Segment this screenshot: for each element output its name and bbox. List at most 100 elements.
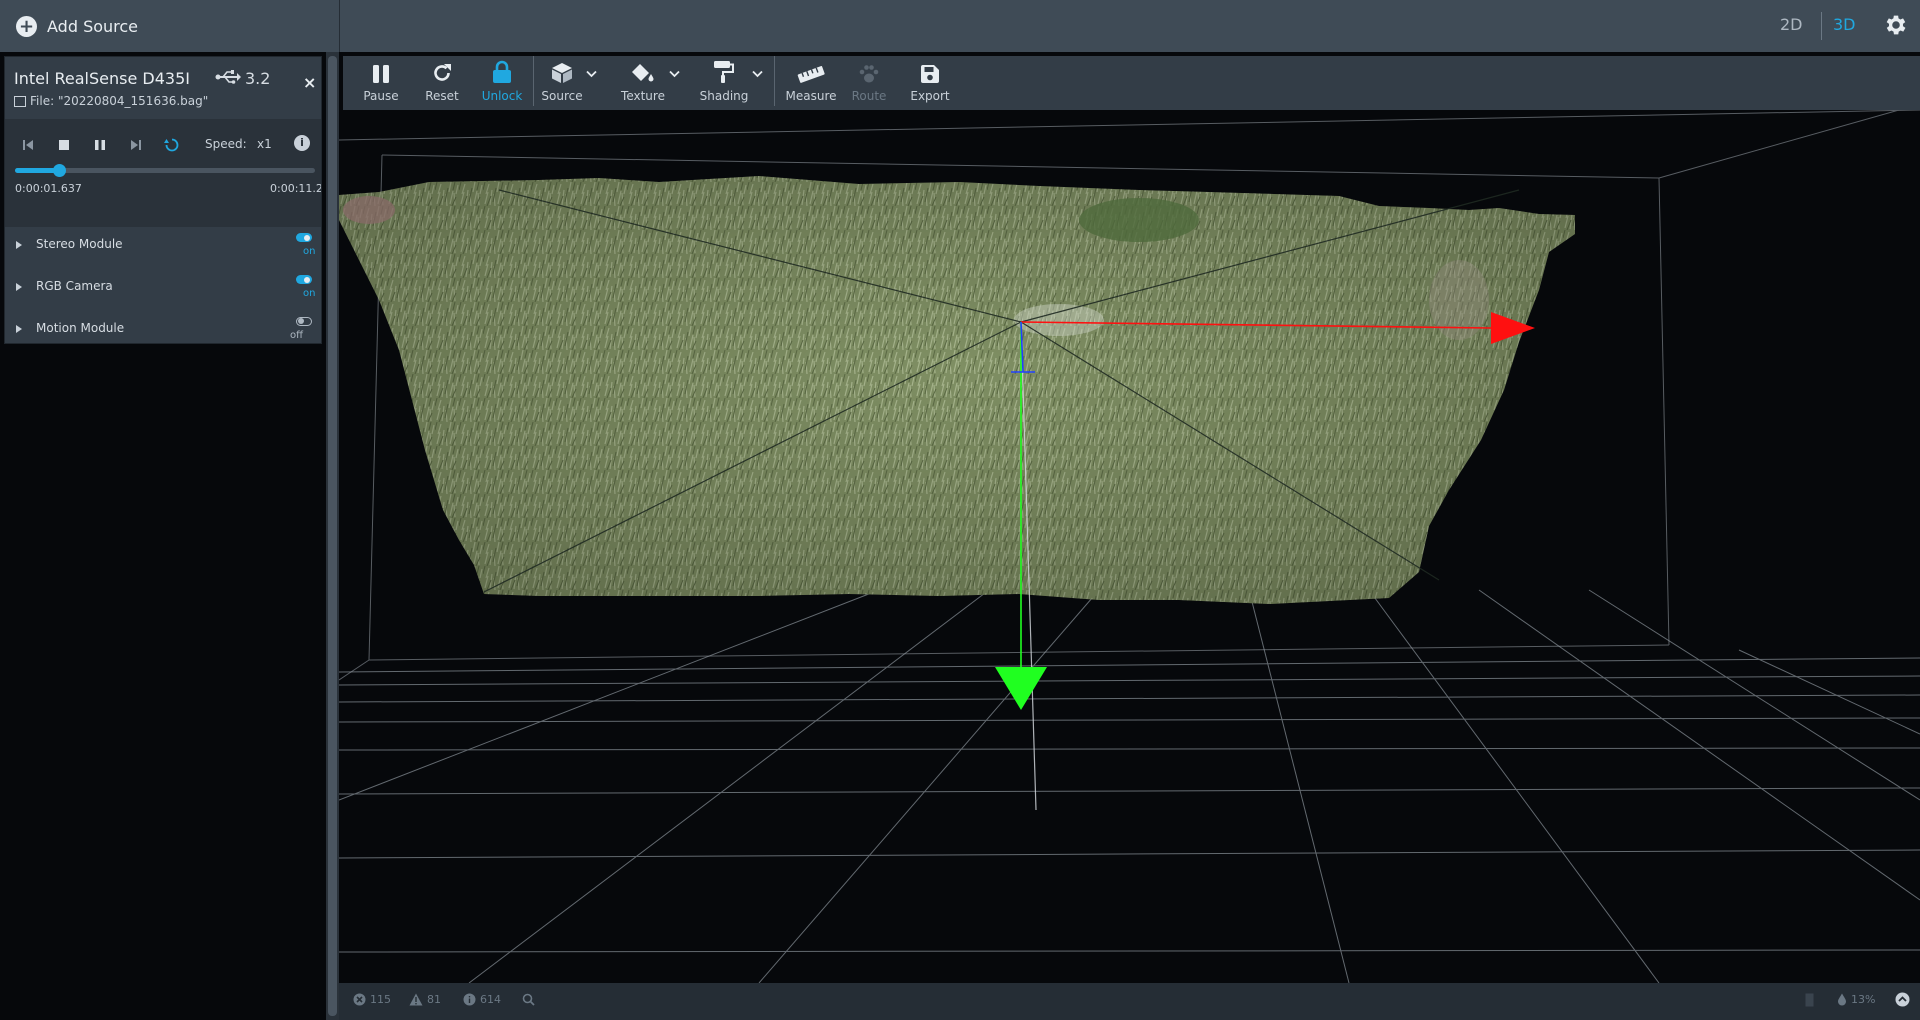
playback-timeline-slider[interactable] [15,164,315,177]
paw-icon [859,65,879,83]
shading-label: Shading [699,89,749,103]
measure-button[interactable]: Measure [783,56,839,110]
module-toggle-switch[interactable] [296,275,312,284]
add-source-button[interactable]: + Add Source [0,0,339,52]
info-count[interactable]: 614 [463,993,501,1006]
module-row-rgb-camera[interactable]: RGB Camera on [5,269,321,311]
speed-label: Speed: [205,137,247,151]
top-bar-divider [339,0,340,52]
lock-icon [493,60,511,83]
skip-forward-icon[interactable] [126,135,146,155]
file-info: File: "20220804_151636.bag" [14,94,208,108]
module-name: Motion Module [36,321,125,335]
route-button[interactable]: Route [849,56,889,110]
status-bar: 115 81 614 13% [339,983,1920,1020]
top-bar: + Add Source 2D 3D [0,0,1920,52]
playback-controls: Speed: x1 i 0:00:01.637 0:00:11.20 [5,119,321,227]
paint-bucket-icon [632,64,654,82]
close-device-button[interactable]: × [303,73,316,92]
chevron-up-circle-icon [1895,992,1910,1007]
error-count[interactable]: 115 [353,993,391,1006]
pause-small-icon[interactable] [90,135,110,155]
view-toggle-separator [1821,12,1822,40]
point-cloud [339,176,1575,604]
toolbar-separator [774,56,775,106]
floppy-disk-icon [921,65,939,83]
viewer-toolbar: Pause Reset Unlock Source Texture Shadin… [343,56,1920,110]
warning-count-value: 81 [427,993,441,1006]
pause-icon [373,65,389,83]
shading-dropdown-button[interactable]: Shading [699,56,763,110]
loop-icon[interactable] [162,135,182,155]
pause-button[interactable]: Pause [361,56,401,110]
module-row-motion-module[interactable]: Motion Module off [5,311,321,353]
module-toggle-switch[interactable] [296,317,312,326]
view-2d-button[interactable]: 2D [1780,15,1803,34]
file-name: File: "20220804_151636.bag" [30,94,209,108]
left-panel-scrollbar[interactable] [326,52,339,1020]
speed-selector[interactable]: x1 [257,137,272,151]
toolbar-separator [533,56,534,106]
total-time: 0:00:11.20 [270,182,321,195]
warning-count[interactable]: 81 [409,993,441,1006]
scrollbar-thumb[interactable] [328,56,337,1016]
current-time: 0:00:01.637 [15,182,82,195]
3d-viewport[interactable] [339,110,1920,983]
module-state-label: on [303,246,316,257]
skip-back-icon[interactable] [18,135,38,155]
chevron-down-icon [586,70,597,78]
module-state-label: off [290,330,304,341]
reset-icon [434,64,451,81]
info-circle-icon [463,993,476,1006]
expand-triangle-icon[interactable] [16,241,22,249]
pause-label: Pause [363,89,399,103]
export-button[interactable]: Export [908,56,952,110]
module-row-stereo-module[interactable]: Stereo Module on [5,227,321,269]
view-3d-button[interactable]: 3D [1833,15,1856,34]
route-label: Route [851,89,887,103]
usb-version: 3.2 [245,69,271,88]
memory-icon [1805,993,1814,1007]
cpu-usage-value: 13% [1851,993,1876,1006]
info-count-value: 614 [480,993,501,1006]
source-dropdown-button[interactable]: Source [541,56,597,110]
collapse-log-button[interactable] [1895,992,1910,1007]
error-icon [353,993,366,1006]
cube-icon [552,63,572,83]
gear-icon[interactable] [1883,12,1909,38]
stop-icon[interactable] [54,135,74,155]
add-source-label: Add Source [47,16,139,36]
search-icon [522,993,535,1006]
plus-circle-icon: + [16,15,37,37]
chevron-down-icon [669,70,680,78]
measure-label: Measure [785,89,837,103]
unlock-label: Unlock [481,89,523,103]
unlock-button[interactable]: Unlock [479,56,525,110]
chevron-down-icon [752,70,763,78]
usb-icon [215,70,241,84]
ruler-icon [797,66,825,83]
texture-label: Texture [621,89,665,103]
module-name: Stereo Module [36,237,123,251]
device-card: Intel RealSense D435I 3.2 × File: "20220… [4,56,322,344]
export-label: Export [910,89,950,103]
paint-roller-icon [714,61,734,83]
warning-icon [409,993,423,1006]
texture-dropdown-button[interactable]: Texture [620,56,680,110]
module-state-label: on [303,288,316,299]
expand-triangle-icon[interactable] [16,283,22,291]
memory-indicator [1805,993,1814,1007]
source-label: Source [541,89,583,103]
timeline-handle[interactable] [52,164,66,177]
drop-icon [1838,993,1846,1006]
error-count-value: 115 [370,993,391,1006]
cpu-usage: 13% [1837,993,1875,1006]
module-toggle-switch[interactable] [296,233,312,242]
film-icon [14,95,26,107]
expand-triangle-icon[interactable] [16,325,22,333]
info-icon[interactable]: i [294,135,310,151]
log-search-button[interactable] [522,993,535,1006]
reset-button[interactable]: Reset [422,56,462,110]
module-name: RGB Camera [36,279,113,293]
device-name: Intel RealSense D435I [14,69,190,88]
